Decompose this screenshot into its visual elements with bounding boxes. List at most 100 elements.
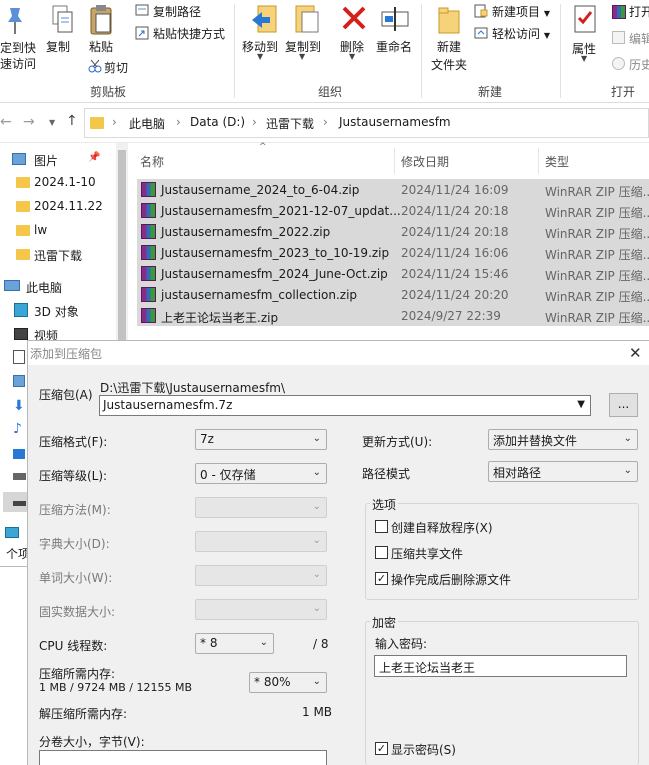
cpu-label: CPU 线程数: (39, 639, 108, 653)
memory-values: 1 MB / 9724 MB / 12155 MB (39, 681, 192, 694)
column-header-name[interactable]: 名称 (140, 153, 164, 170)
format-select[interactable]: 7z ⌄ (195, 429, 327, 450)
properties-icon (572, 4, 598, 39)
password-input[interactable]: 上老王论坛当老王 (374, 655, 627, 677)
new-item-button[interactable]: 新建项目 ▼ (492, 3, 550, 20)
pin-quick-access-button[interactable]: 定到快 速访问 (0, 40, 36, 72)
nav-item-folder[interactable]: 迅雷下载 (0, 244, 120, 266)
memory-label: 压缩所需内存: (39, 667, 116, 681)
new-folder-button[interactable]: 新建 文件夹 (431, 38, 467, 74)
file-name: Justausername_2024_to_6-04.zip (161, 183, 360, 197)
edit-button[interactable]: 编辑 (629, 30, 649, 47)
chevron-down-icon: ⌄ (312, 569, 321, 580)
pin-label-2: 速访问 (0, 57, 37, 71)
drive-icon (13, 501, 26, 506)
word-select[interactable]: ⌄ (195, 565, 327, 586)
easy-access-button[interactable]: 轻松访问 ▼ (492, 25, 550, 42)
video-icon (14, 328, 28, 340)
open-button[interactable]: 打开 (629, 3, 649, 20)
breadcrumb-this-pc[interactable]: 此电脑 (129, 115, 165, 132)
documents-icon (13, 350, 25, 364)
copy-button[interactable]: 复制 (46, 38, 70, 55)
music-icon: ♪ (13, 421, 22, 437)
solid-label: 固实数据大小: (39, 605, 116, 619)
paste-shortcut-button[interactable]: 粘贴快捷方式 (153, 25, 225, 42)
back-icon[interactable]: ← (0, 114, 12, 130)
easy-access-icon (474, 26, 488, 43)
history-button[interactable]: 历史 (629, 56, 649, 73)
file-date: 2024/11/24 16:06 (401, 246, 509, 260)
winrar-icon (612, 5, 626, 19)
winrar-zip-icon (141, 245, 156, 260)
nav-item-folder[interactable]: lw (0, 220, 120, 242)
file-row[interactable]: 上老王论坛当老王.zip 2024/9/27 22:39 WinRAR ZIP … (137, 305, 649, 326)
file-name: 上老王论坛当老王.zip (161, 311, 279, 325)
drive-icon (13, 473, 26, 480)
chevron-down-icon: ⌄ (623, 465, 632, 476)
solid-select[interactable]: ⌄ (195, 599, 327, 620)
desktop-icon (13, 449, 25, 459)
paste-icon (89, 3, 115, 40)
forward-icon[interactable]: → (23, 114, 35, 130)
cpu-max: / 8 (313, 637, 329, 651)
file-row[interactable]: Justausernamesfm_2023_to_10-19.zip 2024/… (137, 242, 649, 263)
breadcrumb-data-drive[interactable]: Data (D:) (190, 115, 245, 129)
decompress-memory-label: 解压缩所需内存: (39, 707, 128, 721)
path-mode-label: 路径模式 (362, 467, 411, 481)
method-label: 压缩方法(M): (39, 503, 111, 517)
browse-button[interactable]: ... (609, 393, 638, 417)
update-mode-select[interactable]: 添加并替换文件 ⌄ (488, 429, 638, 450)
level-value: 0 - 仅存储 (200, 468, 256, 482)
level-label: 压缩等级(L): (39, 469, 108, 483)
cpu-select[interactable]: * 8 ⌄ (195, 633, 274, 654)
dialog-titlebar[interactable] (28, 341, 649, 365)
show-password-checkbox[interactable]: ✓ (375, 742, 388, 755)
paste-shortcut-icon (135, 26, 149, 43)
recent-chevron-icon[interactable]: ▼ (49, 118, 55, 127)
split-size-input[interactable] (39, 750, 327, 765)
word-label: 单词大小(W): (39, 571, 113, 585)
delete-source-checkbox[interactable]: ✓ (375, 572, 388, 585)
archive-name-combo[interactable]: Justausernamesfm.7z ▼ (99, 395, 591, 416)
nav-item-folder[interactable]: 2024.1-10 (0, 172, 120, 194)
paste-button[interactable]: 粘贴 (89, 38, 113, 55)
cut-button[interactable]: 剪切 (104, 59, 128, 76)
winrar-zip-icon (141, 224, 156, 239)
path-mode-select[interactable]: 相对路径 ⌄ (488, 461, 638, 482)
split-label: 分卷大小，字节(V): (39, 735, 145, 749)
file-row[interactable]: Justausername_2024_to_6-04.zip 2024/11/2… (137, 179, 649, 200)
download-icon: ⬇ (13, 398, 25, 414)
status-bar-divider (0, 566, 27, 567)
dialog-title: 添加到压缩包 (30, 347, 103, 361)
up-icon[interactable]: ↑ (66, 113, 78, 129)
file-row[interactable]: Justausernamesfm_2024_June-Oct.zip 2024/… (137, 263, 649, 284)
column-divider (394, 148, 395, 174)
format-label: 压缩格式(F): (39, 435, 108, 449)
chevron-down-icon: ⌄ (623, 433, 632, 444)
level-select[interactable]: 0 - 仅存储 ⌄ (195, 463, 327, 484)
copy-icon (50, 4, 74, 39)
nav-scrollbar-thumb[interactable] (118, 150, 126, 340)
nav-item-pictures[interactable]: 图片 📌 (0, 149, 120, 171)
shared-checkbox[interactable] (375, 546, 388, 559)
method-select[interactable]: ⌄ (195, 497, 327, 518)
file-row[interactable]: Justausernamesfm_2021-12-07_updat... 202… (137, 200, 649, 221)
copy-path-button[interactable]: 复制路径 (153, 3, 201, 20)
file-row[interactable]: justausernamesfm_collection.zip 2024/11/… (137, 284, 649, 305)
chevron-down-icon: ▼ (299, 52, 306, 61)
password-label: 输入密码: (375, 637, 428, 651)
dict-select[interactable]: ⌄ (195, 531, 327, 552)
breadcrumb-current[interactable]: Justausernamesfm (339, 115, 451, 129)
rename-button[interactable]: 重命名 (376, 38, 412, 55)
nav-item-this-pc[interactable]: 此电脑 (0, 276, 120, 298)
column-header-date[interactable]: 修改日期 (401, 153, 449, 170)
sfx-checkbox[interactable] (375, 520, 388, 533)
pin-icon (4, 6, 26, 39)
memory-percent-select[interactable]: * 80% ⌄ (249, 672, 327, 693)
close-icon[interactable]: ✕ (629, 344, 642, 362)
nav-item-3d-objects[interactable]: 3D 对象 (0, 300, 120, 322)
breadcrumb-xunlei[interactable]: 迅雷下载 (266, 115, 314, 132)
nav-item-folder[interactable]: 2024.11.22 (0, 196, 120, 218)
file-row[interactable]: Justausernamesfm_2022.zip 2024/11/24 20:… (137, 221, 649, 242)
column-header-type[interactable]: 类型 (545, 153, 569, 170)
